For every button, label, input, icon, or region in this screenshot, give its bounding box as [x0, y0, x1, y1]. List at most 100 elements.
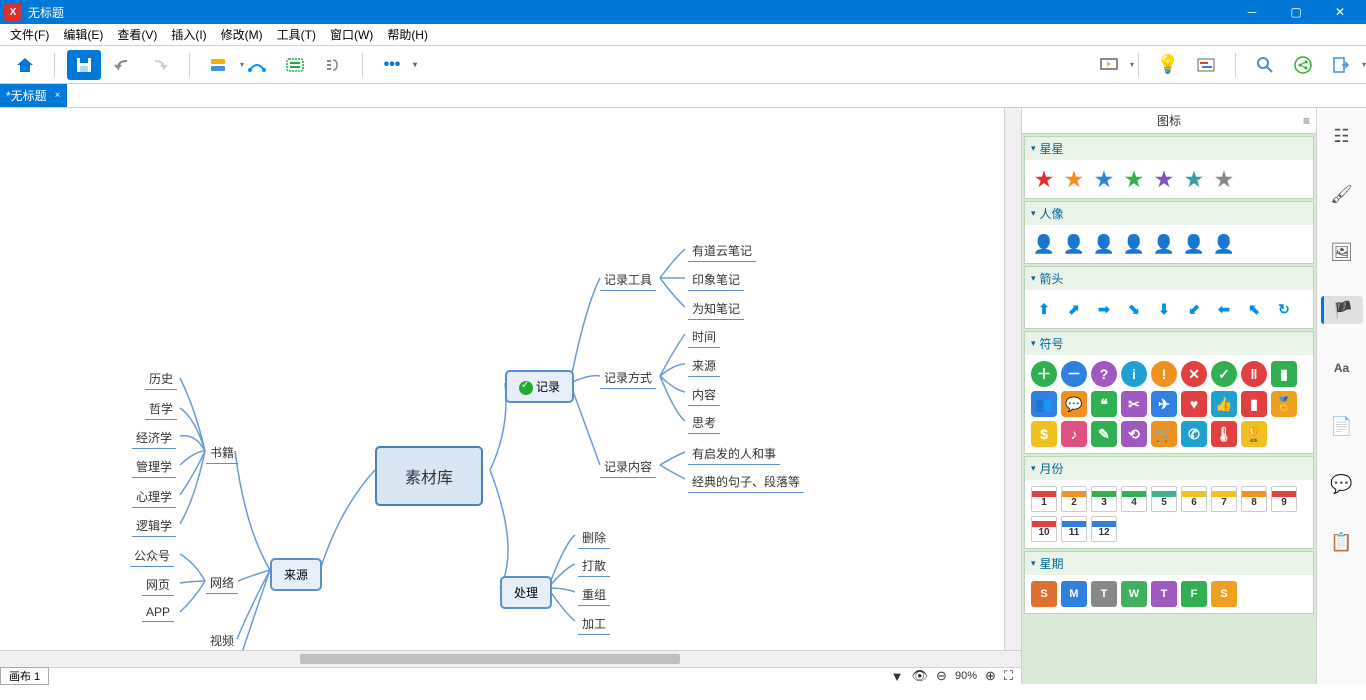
node-philosophy[interactable]: 哲学 [145, 398, 177, 420]
person-orange-icon[interactable]: 👤 [1061, 231, 1087, 257]
node-process[interactable]: 处理 [500, 576, 552, 609]
menu-file[interactable]: 文件(F) [4, 24, 55, 45]
boundary-button[interactable] [278, 50, 312, 80]
filter-icon[interactable]: ▼ [891, 669, 904, 684]
arrow-downright-icon[interactable]: ⬊ [1121, 296, 1147, 322]
person-gray-icon[interactable]: 👤 [1211, 231, 1237, 257]
home-button[interactable] [8, 50, 42, 80]
week-5-icon[interactable]: F [1181, 581, 1207, 607]
symbol-icon[interactable]: ✎ [1091, 421, 1117, 447]
mindmap-canvas[interactable]: 素材库 来源 书籍 历史 哲学 经济学 管理学 心理学 逻辑学 网络 公众号 网… [0, 108, 1004, 650]
node-record-tool[interactable]: 记录工具 [600, 269, 656, 291]
visibility-icon[interactable]: 👁 [912, 668, 929, 684]
node-logic[interactable]: 逻辑学 [132, 515, 176, 537]
format-icon[interactable]: 🖌 [1328, 180, 1356, 208]
search-button[interactable] [1248, 50, 1282, 80]
node-central[interactable]: 素材库 [375, 446, 483, 506]
node-source[interactable]: 来源 [270, 558, 322, 591]
menu-view[interactable]: 查看(V) [111, 24, 163, 45]
node-record-way[interactable]: 记录方式 [600, 367, 656, 389]
zoom-out-button[interactable]: ⊖ [936, 668, 947, 684]
person-teal-icon[interactable]: 👤 [1181, 231, 1207, 257]
share-button[interactable] [1286, 50, 1320, 80]
node-management[interactable]: 管理学 [132, 456, 176, 478]
undo-button[interactable] [105, 50, 139, 80]
node-craft[interactable]: 加工 [578, 613, 610, 635]
week-0-icon[interactable]: S [1031, 581, 1057, 607]
month-5-icon[interactable]: 5 [1151, 486, 1177, 512]
node-content[interactable]: 内容 [688, 384, 720, 406]
symbol-icon[interactable]: 🏅 [1271, 391, 1297, 417]
node-inspire[interactable]: 有启发的人和事 [688, 443, 780, 465]
menu-window[interactable]: 窗口(W) [324, 24, 379, 45]
menu-edit[interactable]: 编辑(E) [57, 24, 109, 45]
section-people[interactable]: 人像 [1025, 202, 1313, 225]
close-button[interactable]: ✕ [1318, 0, 1362, 24]
month-7-icon[interactable]: 7 [1211, 486, 1237, 512]
close-tab-icon[interactable]: × [55, 90, 61, 101]
week-6-icon[interactable]: S [1211, 581, 1237, 607]
fit-button[interactable]: ⛶ [1004, 668, 1013, 684]
star-orange-icon[interactable]: ★ [1061, 166, 1087, 192]
month-9-icon[interactable]: 9 [1271, 486, 1297, 512]
star-purple-icon[interactable]: ★ [1151, 166, 1177, 192]
node-weizhi[interactable]: 为知笔记 [688, 298, 744, 320]
symbol-icon[interactable]: ♪ [1061, 421, 1087, 447]
person-blue-icon[interactable]: 👤 [1091, 231, 1117, 257]
node-network[interactable]: 网络 [206, 572, 238, 594]
section-months[interactable]: 月份 [1025, 457, 1313, 480]
symbol-icon[interactable]: ✈ [1151, 391, 1177, 417]
node-record-content[interactable]: 记录内容 [600, 456, 656, 478]
node-books[interactable]: 书籍 [206, 442, 238, 464]
section-symbols[interactable]: 符号 [1025, 332, 1313, 355]
symbol-icon[interactable]: ✂ [1121, 391, 1147, 417]
week-3-icon[interactable]: W [1121, 581, 1147, 607]
star-gray-icon[interactable]: ★ [1211, 166, 1237, 192]
star-green-icon[interactable]: ★ [1121, 166, 1147, 192]
outline-icon[interactable]: ☷ [1328, 122, 1356, 150]
arrow-refresh-icon[interactable]: ↻ [1271, 296, 1297, 322]
gantt-button[interactable] [1189, 50, 1223, 80]
node-way-source[interactable]: 来源 [688, 355, 720, 377]
node-web[interactable]: 网页 [142, 574, 174, 596]
vertical-scrollbar[interactable] [1004, 108, 1021, 650]
symbol-icon[interactable]: ! [1151, 361, 1177, 387]
symbol-icon[interactable]: ✆ [1181, 421, 1207, 447]
person-purple-icon[interactable]: 👤 [1151, 231, 1177, 257]
symbol-icon[interactable]: ▮ [1271, 361, 1297, 387]
node-video[interactable]: 视频 [206, 630, 238, 650]
image-icon[interactable]: 🖼 [1328, 238, 1356, 266]
week-2-icon[interactable]: T [1091, 581, 1117, 607]
node-scatter[interactable]: 打散 [578, 555, 610, 577]
node-psychology[interactable]: 心理学 [132, 486, 176, 508]
month-2-icon[interactable]: 2 [1061, 486, 1087, 512]
star-teal-icon[interactable]: ★ [1181, 166, 1207, 192]
section-stars[interactable]: 星星 [1025, 137, 1313, 160]
arrow-right-icon[interactable]: ➡ [1091, 296, 1117, 322]
arrow-up-icon[interactable]: ⬆ [1031, 296, 1057, 322]
menu-tools[interactable]: 工具(T) [271, 24, 322, 45]
symbol-icon[interactable]: 🌡 [1211, 421, 1237, 447]
arrow-left-icon[interactable]: ⬅ [1211, 296, 1237, 322]
document-tab[interactable]: *无标题 × [0, 84, 67, 107]
relationship-button[interactable] [240, 50, 274, 80]
arrow-downleft-icon[interactable]: ⬋ [1181, 296, 1207, 322]
star-red-icon[interactable]: ★ [1031, 166, 1057, 192]
symbol-icon[interactable]: ⟲ [1121, 421, 1147, 447]
save-button[interactable] [67, 50, 101, 80]
zoom-in-button[interactable]: ⊕ [985, 668, 996, 684]
node-history[interactable]: 历史 [145, 368, 177, 390]
month-11-icon[interactable]: 11 [1061, 516, 1087, 542]
symbol-icon[interactable]: 🛒 [1151, 421, 1177, 447]
month-6-icon[interactable]: 6 [1181, 486, 1207, 512]
node-economics[interactable]: 经济学 [132, 427, 176, 449]
markers-icon[interactable]: 🏴 [1321, 296, 1363, 324]
symbol-icon[interactable]: 🏆 [1241, 421, 1267, 447]
node-delete[interactable]: 删除 [578, 527, 610, 549]
topic-button[interactable]: ▾ [202, 50, 236, 80]
node-classic[interactable]: 经典的句子、段落等 [688, 471, 804, 493]
horizontal-scrollbar[interactable] [0, 650, 1021, 667]
presentation-button[interactable]: ▾ [1092, 50, 1126, 80]
more-button[interactable]: •••▾ [375, 50, 409, 80]
symbol-icon[interactable]: ✕ [1181, 361, 1207, 387]
